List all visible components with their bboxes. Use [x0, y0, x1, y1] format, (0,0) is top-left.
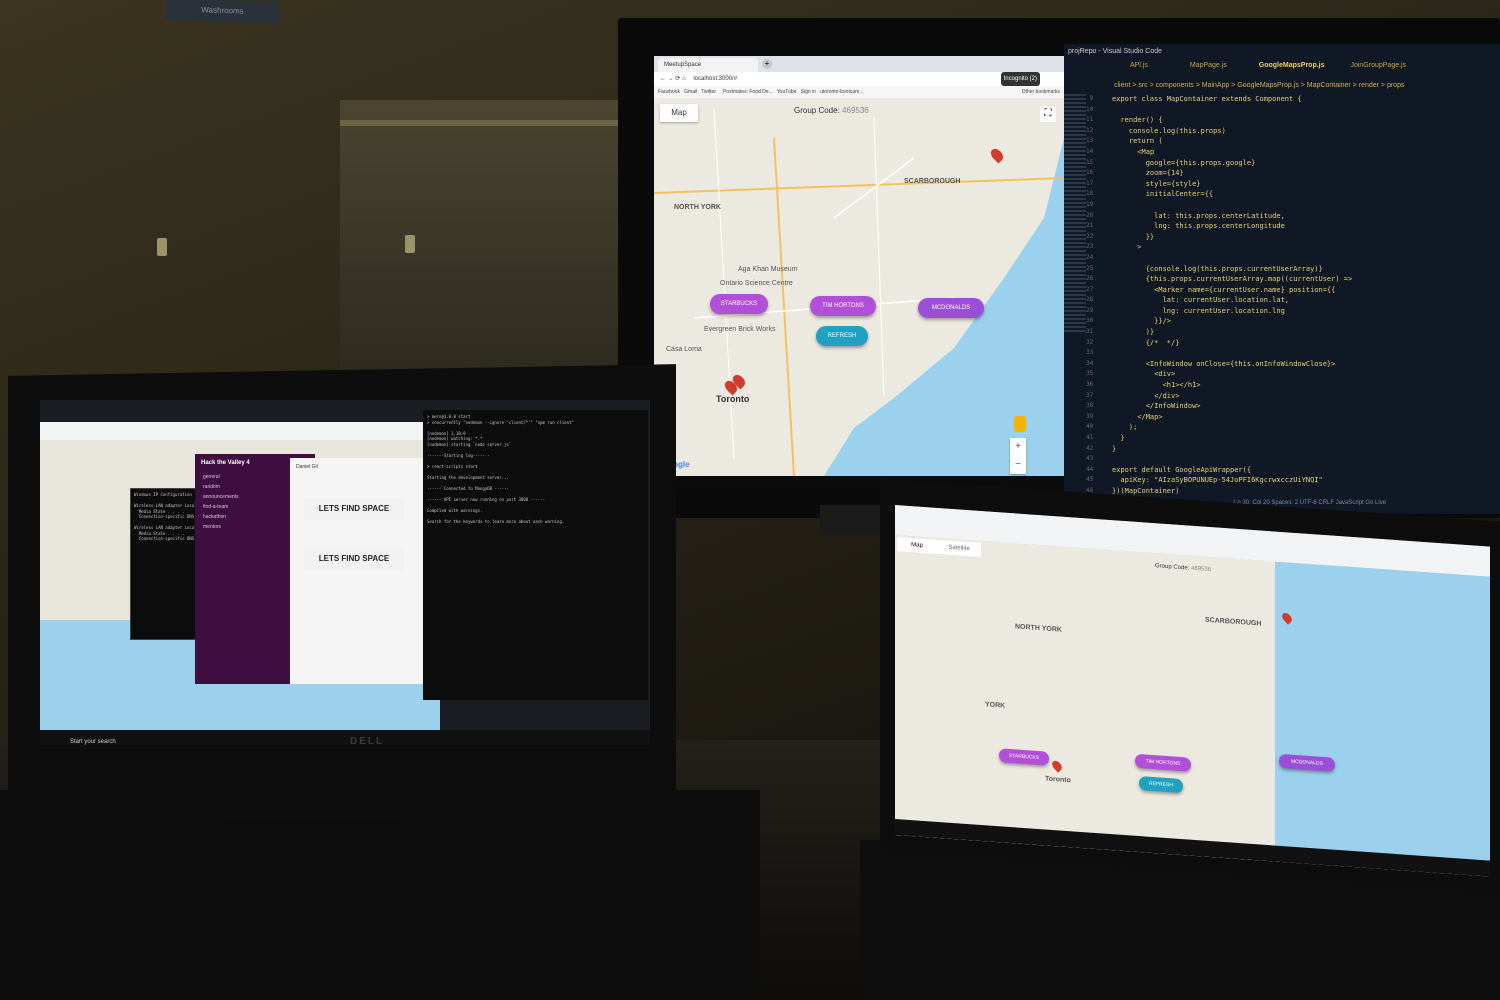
zoom-control[interactable]: + −: [1010, 438, 1026, 474]
map-place-label: Evergreen Brick Works: [704, 326, 776, 333]
map-place-label: Aga Khan Museum: [738, 266, 798, 273]
left-laptop-screen: Windows IP Configuration Wireless LAN ad…: [40, 400, 650, 745]
satellite-button[interactable]: Satellite: [937, 539, 981, 558]
terminal-window: > mern@1.0.0 start > concurrently "nodem…: [423, 410, 648, 700]
refresh-button[interactable]: REFRESH: [1139, 776, 1183, 794]
map-type-button[interactable]: Map: [660, 104, 698, 122]
bookmark-item[interactable]: YouTube: [777, 89, 797, 95]
group-code-value: 469536: [842, 106, 869, 115]
map-marker-icon[interactable]: [1280, 611, 1294, 625]
wall-outlet: [405, 235, 415, 253]
starbucks-button[interactable]: STARBUCKS: [710, 294, 768, 314]
nav-arrows-icon[interactable]: ← → ⟳ ⌂: [660, 76, 686, 82]
map-place-label: Toronto: [716, 394, 750, 404]
mcdonalds-button[interactable]: MCDONALDS: [1279, 753, 1335, 772]
terminal-output: > mern@1.0.0 start > concurrently "nodem…: [427, 414, 574, 524]
map-place-label: SCARBOROUGH: [904, 178, 961, 185]
background-doorway: [340, 100, 640, 380]
street-view-icon[interactable]: [1014, 416, 1026, 432]
slack-chat-pane: Daniel Gil LETS FIND SPACE LETS FIND SPA…: [290, 458, 440, 684]
address-text: localhost:3000/#: [693, 76, 738, 82]
google-map[interactable]: Map Group Code: 469536 ⛶ NORTH YORK SCAR…: [654, 98, 1064, 476]
editor-tab-active[interactable]: GoogleMapsProp.js: [1259, 62, 1325, 69]
vscode-tabs: APl.js MapPage.js GoogleMapsProp.js Join…: [1064, 62, 1500, 76]
chrome-tab-bar: MeetupSpace +: [654, 56, 1064, 72]
editor-tab[interactable]: JoinGroupPage.js: [1350, 62, 1406, 69]
group-code: Group Code: 469536: [794, 106, 869, 115]
group-code-label: Group Code:: [794, 106, 840, 115]
map-type-button[interactable]: Map: [897, 537, 937, 554]
map-place-label: NORTH YORK: [674, 204, 721, 211]
wall-outlet: [157, 238, 167, 256]
left-chrome-bar: [40, 422, 440, 440]
left-taskbar: Start your search: [40, 730, 650, 745]
lets-find-space-banner: LETS FIND SPACE: [304, 548, 404, 570]
bookmark-item[interactable]: Postmates: Food De...: [723, 89, 773, 95]
dell-logo: DELL: [350, 736, 385, 747]
bookmark-item[interactable]: Gmail: [684, 89, 697, 95]
bookmark-item[interactable]: Sign in: [801, 89, 816, 95]
line-numbers: 9 10 11 12 13 14 15 16 17 18 19 20 21 22…: [1086, 95, 1094, 494]
vscode-window: projRepo - Visual Studio Code APl.js Map…: [1064, 44, 1500, 514]
vscode-title: projRepo - Visual Studio Code: [1068, 48, 1163, 55]
refresh-button[interactable]: REFRESH: [816, 326, 868, 346]
taskbar-search[interactable]: Start your search: [70, 739, 116, 745]
map-place-label: Casa Loma: [666, 346, 702, 353]
background-railing: [340, 120, 640, 126]
message-author: Daniel Gil: [296, 464, 318, 470]
tim-hortons-button[interactable]: TIM HORTONS: [810, 296, 876, 316]
vscode-breadcrumb[interactable]: client > src > components > MainApp > Go…: [1114, 82, 1404, 89]
editor-tab[interactable]: APl.js: [1130, 62, 1148, 69]
bookmark-item[interactable]: Facebook: [658, 89, 680, 95]
bookmark-item[interactable]: Other bookmarks: [1022, 86, 1060, 98]
editor-tab[interactable]: MapPage.js: [1190, 62, 1227, 69]
mcdonalds-button[interactable]: MCDONALDS: [918, 298, 984, 318]
fullscreen-icon[interactable]: ⛶: [1040, 106, 1056, 122]
bookmark-item[interactable]: utoronto-bootcam...: [820, 89, 863, 95]
chrome-tab[interactable]: MeetupSpace: [658, 58, 758, 72]
address-bar[interactable]: ← → ⟳ ⌂ localhost:3000/# Incognito (2): [654, 72, 1064, 86]
washroom-sign: Washrooms: [165, 0, 280, 25]
lets-find-space-banner: LETS FIND SPACE: [304, 498, 404, 520]
incognito-badge[interactable]: Incognito (2): [1000, 72, 1040, 86]
new-tab-icon[interactable]: +: [762, 59, 772, 69]
right-laptop-screen: Map Satellite Group Code: 469536 NORTH Y…: [895, 505, 1490, 877]
bookmark-item[interactable]: Twitter: [701, 89, 716, 95]
right-map-land: [895, 535, 1275, 862]
vscode-minimap[interactable]: [1064, 94, 1086, 334]
map-place-label: YORK: [985, 701, 1006, 710]
map-place-label: Ontario Science Centre: [720, 280, 793, 287]
code-editor[interactable]: export class MapContainer extends Compon…: [1112, 94, 1492, 497]
monitor-chrome-window: MeetupSpace + ← → ⟳ ⌂ localhost:3000/# I…: [654, 56, 1064, 476]
bookmarks-bar: Facebook Gmail Twitter Postmates: Food D…: [654, 86, 1064, 98]
